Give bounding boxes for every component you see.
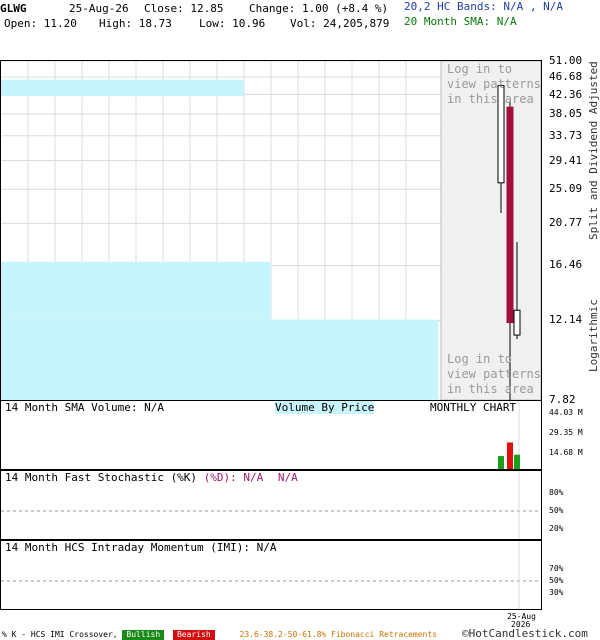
imi-tick-70: 70% (549, 564, 564, 573)
bullish-badge: Bullish (122, 630, 165, 640)
stochastic-panel: 14 Month Fast Stochastic (%K) (%D): N/A … (0, 470, 542, 540)
low-value: Low: 10.96 (199, 17, 266, 30)
imi-panel: 14 Month HCS Intraday Momentum (IMI): N/… (0, 540, 542, 610)
patterns-area (440, 61, 541, 400)
price-tick-label: 29.41 (549, 153, 583, 167)
symbol: GLWG (0, 2, 27, 15)
price-tick-label: 25.09 (549, 182, 583, 196)
volume-by-price-bar (1, 79, 244, 97)
price-tick-label: 38.05 (549, 106, 583, 120)
copyright[interactable]: ©HotCandlestick.com (462, 627, 588, 640)
chart-period-label: MONTHLY CHART (430, 401, 517, 414)
open-value: Open: 11.20 (4, 17, 77, 30)
price-tick-label: 33.73 (549, 128, 583, 142)
price-tick-label: 7.82 (549, 393, 576, 406)
login-message-top[interactable]: Log in to view patterns in this area (447, 62, 541, 107)
volume-panel: 14 Month SMA Volume: N/A Volume By Price… (0, 400, 542, 470)
volume-bar (514, 454, 520, 469)
volume-by-price-bar (1, 261, 271, 320)
price-tick-label: 51.00 (549, 54, 583, 67)
price-chart (1, 61, 541, 400)
imi-tick-30: 30% (549, 588, 564, 597)
stoch-d-value: N/A (277, 471, 298, 484)
imi-label: 14 Month HCS Intraday Momentum (IMI): N/… (5, 541, 277, 554)
price-tick-label: 46.68 (549, 70, 583, 83)
logarithmic-label: Logarithmic (587, 299, 600, 372)
date: 25-Aug-26 (69, 2, 129, 15)
stoch-k-label: 14 Month Fast Stochastic (%K) (5, 471, 198, 484)
price-panel: Log in to view patterns in this area Log… (0, 60, 542, 401)
price-tick-label: 16.46 (549, 258, 583, 272)
stoch-tick-20: 20% (549, 524, 564, 533)
hc-bands: 20,2 HC Bands: N/A , N/A (404, 0, 563, 13)
footer-legend: % K - HCS IMI Crossover, Bullish Bearish… (2, 630, 437, 640)
price-tick-label: 20.77 (549, 216, 583, 230)
login-message-bottom[interactable]: Log in to view patterns in this area (447, 352, 541, 397)
candle-body (506, 106, 514, 324)
fibonacci-label: 23.6-38.2-50-61.8% Fibonacci Retracement… (239, 630, 437, 639)
volume-sma-label: 14 Month SMA Volume: N/A (5, 401, 164, 414)
crossover-label: % K - HCS IMI Crossover, (2, 630, 118, 639)
stoch-d-label: (%D): N/A (203, 471, 264, 484)
stoch-tick-80: 80% (549, 488, 564, 497)
bearish-badge: Bearish (172, 630, 215, 640)
candle-body (513, 309, 521, 336)
volume-tick-2: 29.35 M (549, 428, 583, 437)
volume-bar (507, 442, 513, 469)
volume-by-price-bar (1, 319, 439, 400)
volume-tick-1: 44.03 M (549, 408, 583, 417)
volume-by-price-label: Volume By Price (275, 401, 375, 414)
price-tick-label: 12.14 (549, 313, 583, 327)
stochastic-label: 14 Month Fast Stochastic (%K) (%D): N/A … (5, 471, 298, 484)
volume-value: Vol: 24,205,879 (290, 17, 390, 30)
change-value: Change: 1.00 (+8.4 %) (249, 2, 389, 15)
high-value: High: 18.73 (99, 17, 172, 30)
imi-tick-50: 50% (549, 576, 564, 585)
close-value: Close: 12.85 (144, 2, 224, 15)
price-tick-label: 42.36 (549, 87, 583, 101)
sma-20: 20 Month SMA: N/A (404, 15, 517, 28)
stoch-tick-50: 50% (549, 506, 564, 515)
volume-tick-3: 14.68 M (549, 448, 583, 457)
volume-bar (498, 456, 504, 469)
split-adjusted-label: Split and Dividend Adjusted (587, 61, 600, 240)
